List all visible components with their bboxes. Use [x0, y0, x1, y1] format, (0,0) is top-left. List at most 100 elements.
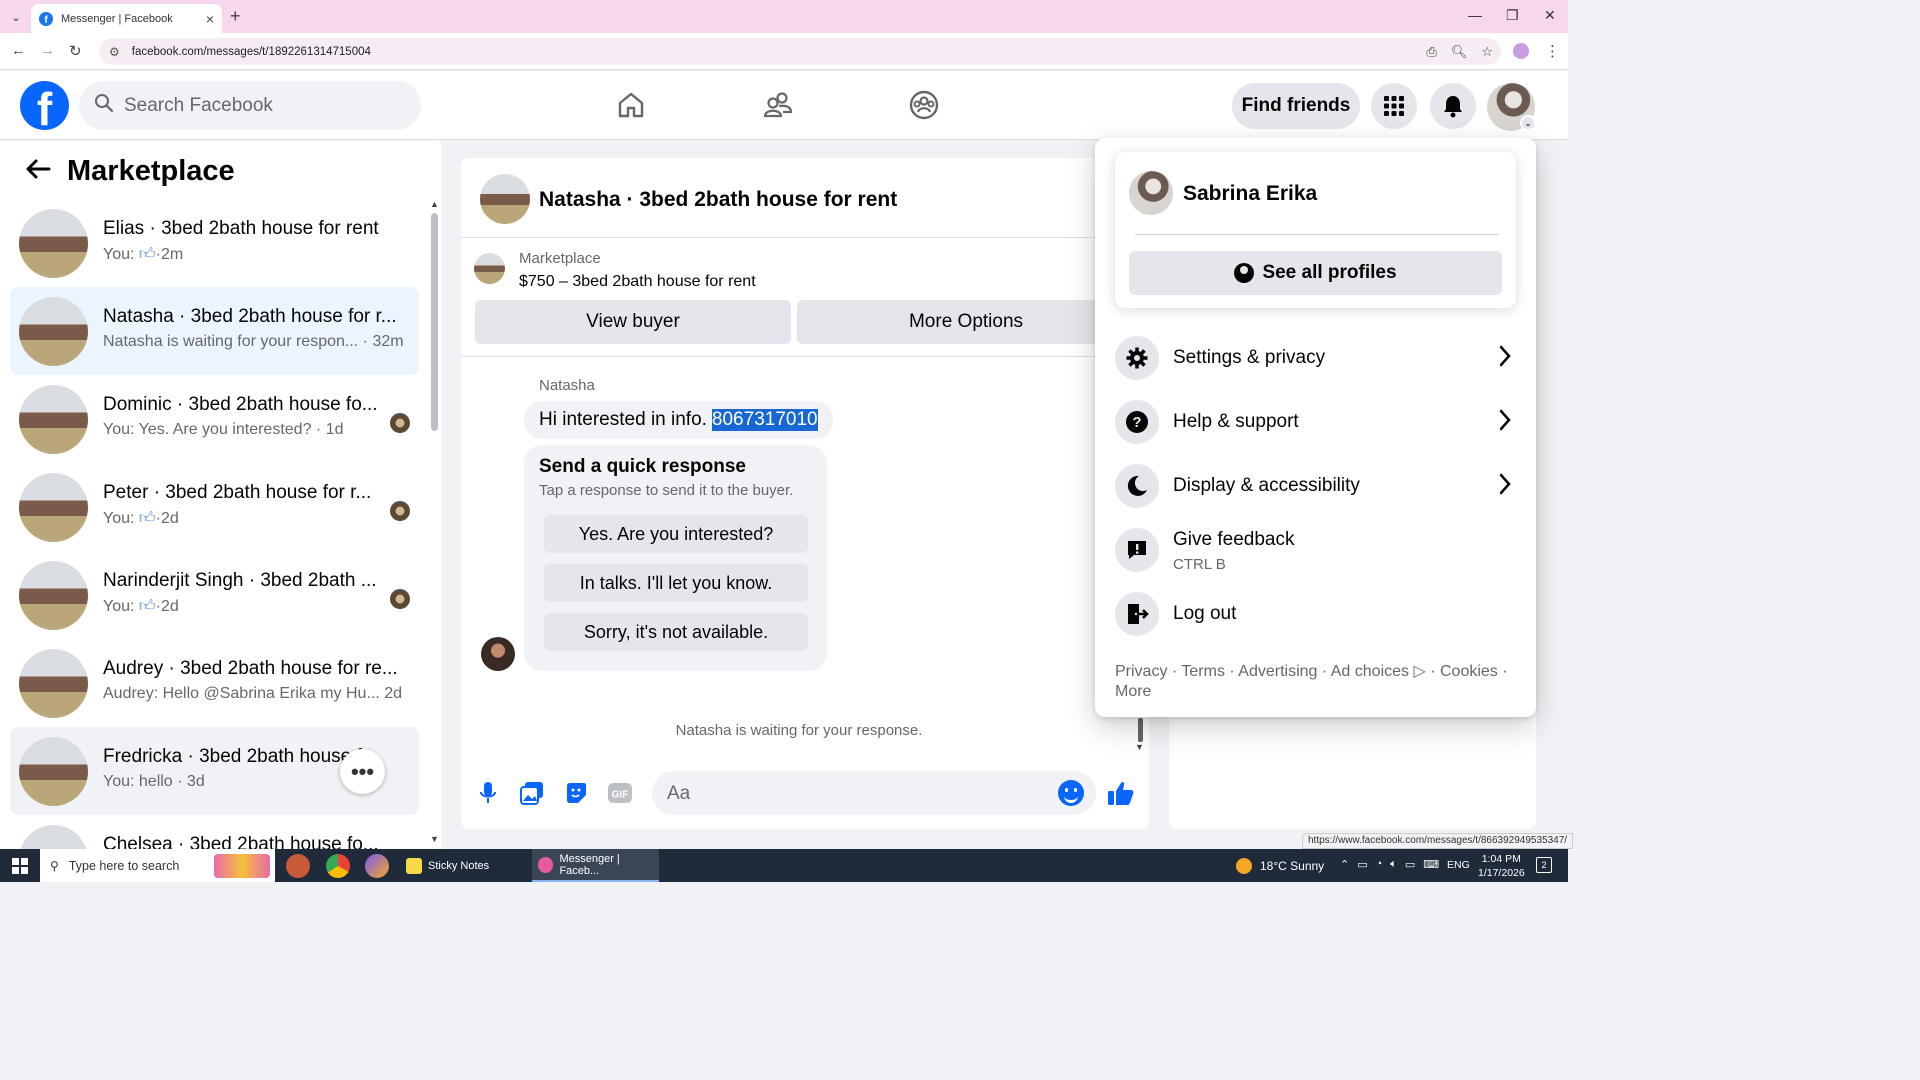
see-all-profiles-button[interactable]: See all profiles	[1129, 251, 1502, 295]
gif-icon[interactable]: GIF	[606, 779, 634, 807]
home-icon[interactable]	[611, 85, 651, 125]
conversation-item[interactable]: Narinderjit Singh · 3bed 2bath ... You: …	[10, 551, 419, 639]
sticker-icon[interactable]	[562, 779, 590, 807]
conversation-name: Narinderjit Singh · 3bed 2bath ...	[103, 570, 377, 591]
chat-scrollbar[interactable]	[1138, 718, 1143, 742]
profile-name[interactable]: Sabrina Erika	[1183, 182, 1317, 206]
buyer-avatar[interactable]	[481, 637, 515, 671]
browser-profile-icon[interactable]	[1513, 43, 1529, 59]
quick-response-option[interactable]: Yes. Are you interested?	[544, 515, 808, 553]
taskbar-messenger-active[interactable]: Messenger | Faceb...	[532, 849, 659, 882]
zoom-icon[interactable]: 🔍︎	[1451, 44, 1468, 60]
friends-icon[interactable]	[758, 85, 798, 125]
conversation-preview: You: Yes. Are you interested? · 1d	[103, 421, 344, 438]
quick-response-option[interactable]: Sorry, it's not available.	[544, 613, 808, 651]
conversation-name: Peter · 3bed 2bath house for r...	[103, 482, 372, 503]
windows-start-icon[interactable]	[12, 858, 28, 874]
chat-listing-thumbnail[interactable]	[480, 174, 530, 224]
selected-phone-number[interactable]: 8067317010	[711, 409, 818, 431]
like-thumb-icon[interactable]	[1107, 779, 1135, 807]
app-icon[interactable]	[286, 854, 310, 878]
facebook-logo[interactable]: f	[20, 81, 69, 130]
scroll-down-icon[interactable]: ▼	[1135, 742, 1144, 752]
menu-display-accessibility[interactable]: Display & accessibility	[1115, 459, 1516, 517]
meet-now-icon[interactable]: ▭	[1357, 858, 1367, 871]
footer-links-line[interactable]: Privacy · Terms · Advertising · Ad choic…	[1115, 662, 1515, 682]
close-tab-icon[interactable]: ×	[206, 11, 214, 27]
view-buyer-button[interactable]: View buyer	[475, 300, 791, 344]
notifications-bell-icon[interactable]	[1430, 83, 1476, 129]
link-status-url: https://www.facebook.com/messages/t/8663…	[1302, 833, 1574, 849]
listing-price-title[interactable]: $750 – 3bed 2bath house for rent	[519, 273, 756, 291]
microphone-icon[interactable]	[474, 779, 502, 807]
chrome-icon[interactable]	[326, 854, 350, 878]
footer-links[interactable]: Privacy · Terms · Advertising · Ad choic…	[1115, 662, 1515, 702]
conversation-preview: You: 👍︎·2m	[103, 246, 184, 263]
weather-widget[interactable]: 18°C Sunny	[1236, 858, 1324, 874]
photo-icon[interactable]	[518, 779, 546, 807]
system-tray: ⌃ ▭ ◔ 🔈︎ ▭ ⌨	[1340, 858, 1439, 871]
back-arrow-icon[interactable]	[25, 156, 51, 187]
notification-center-icon[interactable]: 2	[1536, 857, 1552, 873]
scroll-up-icon[interactable]: ▲	[430, 199, 439, 209]
menu-log-out[interactable]: Log out	[1115, 587, 1516, 645]
conversation-list-scrollbar[interactable]	[431, 213, 438, 431]
forward-icon[interactable]: →	[40, 42, 55, 59]
groups-icon[interactable]	[904, 85, 944, 125]
tulips-widget-icon[interactable]	[214, 854, 270, 878]
marketplace-chat-list: Marketplace Elias · 3bed 2bath house for…	[0, 141, 441, 849]
menu-settings-privacy[interactable]: Settings & privacy	[1115, 331, 1516, 389]
reload-icon[interactable]: ↻	[69, 42, 82, 60]
copilot-icon[interactable]	[365, 854, 389, 878]
install-app-icon[interactable]: ⎙	[1426, 44, 1436, 60]
listing-thumbnail	[19, 473, 88, 542]
taskbar-sticky-notes[interactable]: Sticky Notes	[400, 849, 526, 882]
conversation-item-hovered[interactable]: Fredricka · 3bed 2bath house f... You: h…	[10, 727, 419, 815]
account-chevron-down-icon[interactable]: ⌄	[1520, 115, 1536, 131]
site-info-icon[interactable]: ⚙	[109, 45, 120, 59]
new-tab-icon[interactable]: +	[230, 6, 241, 27]
conversation-item-active[interactable]: Natasha · 3bed 2bath house for r... Nata…	[10, 287, 419, 375]
bookmark-star-icon[interactable]: ☆	[1481, 44, 1493, 60]
network-icon[interactable]: ◔	[1376, 858, 1383, 871]
menu-give-feedback[interactable]: Give feedback CTRL B	[1115, 523, 1516, 585]
conversation-preview: You: 👍︎·2d	[103, 598, 179, 615]
conversation-item[interactable]: Peter · 3bed 2bath house for r... You: 👍…	[10, 463, 419, 551]
close-window-icon[interactable]: ✕	[1544, 7, 1556, 24]
quick-response-option[interactable]: In talks. I'll let you know.	[544, 564, 808, 602]
emoji-icon[interactable]	[1058, 780, 1084, 806]
menu-help-support[interactable]: ? Help & support	[1115, 395, 1516, 453]
back-icon[interactable]: ←	[11, 42, 26, 59]
search-facebook-input[interactable]: Search Facebook	[79, 81, 421, 130]
more-options-button[interactable]: More Options	[797, 300, 1135, 344]
keyboard-icon[interactable]: ⌨	[1423, 858, 1439, 871]
menu-grid-icon[interactable]	[1371, 83, 1417, 129]
volume-icon[interactable]: 🔈︎	[1390, 858, 1397, 871]
message-input[interactable]: Aa	[652, 771, 1096, 815]
conversation-item[interactable]: Audrey · 3bed 2bath house for re... Audr…	[10, 639, 419, 727]
taskbar-clock[interactable]: 1:04 PM 1/17/2026	[1478, 852, 1525, 880]
chevron-up-icon[interactable]: ⌃	[1340, 858, 1349, 871]
browser-tab-active[interactable]: f Messenger | Facebook ×	[31, 4, 222, 33]
tab-search-dropdown-icon[interactable]: ⌄	[6, 7, 26, 27]
find-friends-button[interactable]: Find friends	[1232, 83, 1360, 129]
incoming-message-bubble[interactable]: Hi interested in info. 8067317010	[524, 401, 833, 439]
minimize-icon[interactable]: —	[1468, 7, 1482, 23]
facebook-favicon-icon: f	[39, 11, 53, 26]
display-icon[interactable]: ▭	[1405, 858, 1415, 871]
language-indicator[interactable]: ENG	[1447, 859, 1470, 871]
listing-thumbnail	[19, 297, 88, 366]
conversation-item[interactable]: Elias · 3bed 2bath house for rent You: 👍…	[10, 199, 419, 287]
browser-menu-icon[interactable]: ⋮	[1545, 42, 1560, 60]
conversation-item[interactable]: Chelsea · 3bed 2bath house fo...	[10, 815, 419, 849]
conversation-more-icon[interactable]: •••	[340, 749, 385, 794]
address-bar[interactable]: ⚙ facebook.com/messages/t/18922613147150…	[99, 38, 1501, 65]
chat-title[interactable]: Natasha · 3bed 2bath house for rent	[539, 188, 897, 212]
profile-avatar[interactable]	[1129, 171, 1173, 215]
url-text[interactable]: facebook.com/messages/t/1892261314715004	[132, 46, 1501, 58]
scroll-down-icon[interactable]: ▼	[430, 834, 439, 844]
restore-icon[interactable]: ❐	[1506, 7, 1519, 24]
conversation-item[interactable]: Dominic · 3bed 2bath house fo... You: Ye…	[10, 375, 419, 463]
chevron-right-icon	[1498, 344, 1512, 373]
footer-more-link[interactable]: More	[1115, 682, 1515, 702]
